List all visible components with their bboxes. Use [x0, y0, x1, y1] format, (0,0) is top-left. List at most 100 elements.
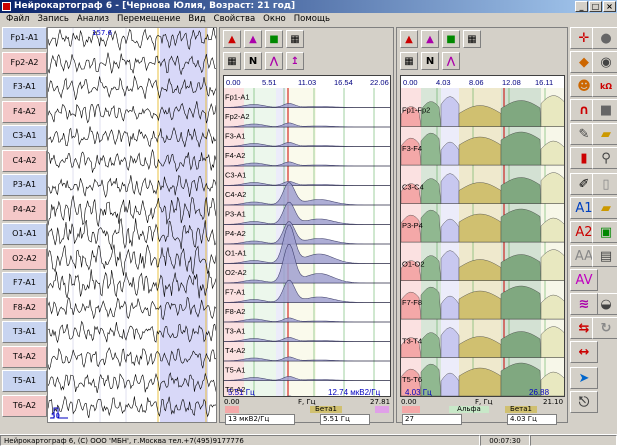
eeg-top-label: 157.6: [92, 29, 113, 37]
sphere-icon[interactable]: ●: [592, 27, 617, 49]
spectrum-panel-left: ▲ ▲ ■ ▦ ▦ N ⋀ ↥ 0.00 5.51 11.03 16.54 22.06 F…: [219, 27, 394, 425]
folder-open-icon[interactable]: ▰: [592, 123, 617, 145]
spectrum-row-label: O1-O2: [402, 260, 425, 269]
menu-view[interactable]: Вид: [188, 13, 205, 25]
spectrum-band-shape: [458, 136, 502, 166]
spectrum-row-label: Fp1-Fp2: [402, 106, 430, 115]
band-swatch-gamma: [375, 406, 389, 413]
freq-tick-label: 4.03: [436, 78, 451, 87]
menu-analysis[interactable]: Анализ: [77, 13, 109, 25]
app-icon: [2, 2, 11, 11]
menu-navigation[interactable]: Перемещение: [117, 13, 180, 25]
channel-button[interactable]: P4-A2: [2, 198, 47, 221]
mountain-chart-icon[interactable]: ▲: [421, 30, 439, 48]
spectrum-right-axis-start: 0.00: [401, 398, 417, 406]
window-title: Нейрокартограф 6 - [Чернова Юлия, Возрас…: [14, 1, 296, 11]
channel-button[interactable]: C3-A1: [2, 125, 47, 147]
spectrum-band-shape: [540, 249, 564, 281]
exit-icon[interactable]: ⎋: [570, 391, 598, 413]
minimize-button[interactable]: _: [575, 1, 588, 12]
spectrum-row-label: P3-A1: [225, 210, 246, 219]
grid-sphere-icon[interactable]: ◉: [592, 51, 617, 73]
right-toolbar: ✛ ● ◆ ◉ ☻ kΩ ∩ ■ ✎ ▰ ▮ ⚲ ✐ ▯ A1 ▰ A2 ▣ A…: [570, 27, 617, 432]
mountain-chart-icon[interactable]: ▲: [244, 30, 262, 48]
grid-table-icon[interactable]: ▦: [286, 30, 304, 48]
spectrum-left-axis-label: F, Гц: [298, 398, 316, 406]
peak-icon[interactable]: ⋀: [265, 52, 283, 70]
color-map-icon[interactable]: ■: [442, 30, 460, 48]
peak-icon[interactable]: ⋀: [442, 52, 460, 70]
channel-button[interactable]: O1-A1: [2, 223, 47, 245]
menu-window[interactable]: Окно: [263, 13, 286, 25]
markers-icon[interactable]: ↥: [286, 52, 304, 70]
channel-button[interactable]: T3-A1: [2, 321, 47, 343]
spectrum-left-svg: 0.00 5.51 11.03 16.54 22.06 Fp1-A1 Fp2-A2 F3-A1…: [224, 78, 390, 397]
refresh-icon[interactable]: ↻: [592, 317, 617, 339]
eeg-trace-view[interactable]: 157.6 50: [47, 27, 217, 423]
channel-button[interactable]: C4-A2: [2, 149, 47, 172]
normalize-icon[interactable]: N: [421, 52, 439, 70]
band-swatch-delta: [402, 406, 420, 413]
menu-file[interactable]: Файл: [6, 13, 29, 25]
amplitude-field[interactable]: 13 мкВ2/Гц: [225, 414, 295, 425]
color-map-icon[interactable]: ■: [265, 30, 283, 48]
spectrum-band-shape: [440, 327, 460, 358]
save-icon[interactable]: ▣: [592, 221, 617, 243]
spectrum-left-toolbar-1: ▲ ▲ ■ ▦: [220, 30, 304, 50]
frequency-field[interactable]: 5.51 Гц: [320, 414, 370, 425]
table-icon[interactable]: ▦: [400, 52, 418, 70]
montage-av-button[interactable]: AV: [570, 269, 598, 291]
amplitude-field[interactable]: 27: [402, 414, 462, 425]
channel-button[interactable]: F8-A2: [2, 296, 47, 319]
status-bar: Нейрокартограф 6, (С) ООО 'МБН', г.Москв…: [0, 434, 617, 446]
menu-record[interactable]: Запись: [37, 13, 68, 25]
spectrum-row-label: F7-F8: [402, 298, 422, 307]
channel-button[interactable]: T5-A1: [2, 370, 47, 392]
spectrum-band-shape: [440, 250, 460, 281]
stop-icon[interactable]: ■: [592, 99, 617, 121]
spectrum-left-plot[interactable]: 0.00 5.51 11.03 16.54 22.06 Fp1-A1 Fp2-A2 F3-A1…: [223, 75, 391, 397]
eeg-traces: [48, 28, 216, 422]
table-icon[interactable]: ▦: [223, 52, 241, 70]
frequency-field[interactable]: 4.03 Гц: [507, 414, 557, 425]
spectrum-right-plot[interactable]: 0.00 4.03 8.06 12.08 16.11 Fp1-Fp2 F3-F4 C3-C4 P…: [400, 75, 565, 397]
print-icon[interactable]: ▤: [592, 245, 617, 267]
status-empty: [530, 435, 617, 446]
spectrum-row-label: C3-C4: [402, 183, 424, 192]
zoom-icon[interactable]: ⚲: [592, 147, 617, 169]
menu-properties[interactable]: Свойства: [214, 13, 256, 25]
spectrum-band-shape: [458, 213, 502, 243]
spectrum-row-label: O1-A1: [225, 249, 247, 258]
menu-bar: Файл Запись Анализ Перемещение Вид Свойс…: [0, 13, 617, 25]
normalize-icon[interactable]: N: [244, 52, 262, 70]
close-button[interactable]: ×: [603, 1, 616, 12]
channel-button[interactable]: T4-A2: [2, 345, 47, 368]
spectrum-row-label: F8-A2: [225, 307, 245, 316]
impedance-icon[interactable]: kΩ: [592, 75, 617, 97]
expand-arrows-icon[interactable]: ↔: [570, 341, 598, 363]
channel-button[interactable]: F7-A1: [2, 272, 47, 294]
cursor-icon[interactable]: ➤: [570, 367, 598, 389]
channel-button[interactable]: Fp2-A2: [2, 51, 47, 74]
menu-help[interactable]: Помощь: [294, 13, 330, 25]
spectrum-chart-icon[interactable]: ▲: [400, 30, 418, 48]
grid-table-icon[interactable]: ▦: [463, 30, 481, 48]
channel-button[interactable]: Fp1-A1: [2, 27, 47, 49]
spectrum-row-label: F3-F4: [402, 144, 422, 153]
wave-icon[interactable]: ≋: [570, 293, 598, 315]
channel-button[interactable]: T6-A2: [2, 394, 47, 417]
spectrum-left-readout-amplitude: 12.74 мкВ2/Гц: [328, 388, 381, 397]
spectrum-right-toolbar-1: ▲ ▲ ■ ▦: [397, 30, 481, 50]
title-bar: Нейрокартограф 6 - [Чернова Юлия, Возрас…: [0, 0, 617, 13]
channel-button[interactable]: F4-A2: [2, 100, 47, 123]
channel-button[interactable]: F3-A1: [2, 76, 47, 98]
spectrum-chart-icon[interactable]: ▲: [223, 30, 241, 48]
channel-button[interactable]: O2-A2: [2, 247, 47, 270]
spectrum-band-shape: [440, 96, 460, 127]
spectrum-row-label: T3-A1: [225, 327, 245, 336]
open-folder-icon[interactable]: ▰: [592, 197, 617, 219]
new-document-icon[interactable]: ▯: [592, 173, 617, 195]
freq-tick-label: 16.54: [334, 78, 353, 87]
maximize-button[interactable]: □: [589, 1, 602, 12]
channel-button[interactable]: P3-A1: [2, 174, 47, 196]
